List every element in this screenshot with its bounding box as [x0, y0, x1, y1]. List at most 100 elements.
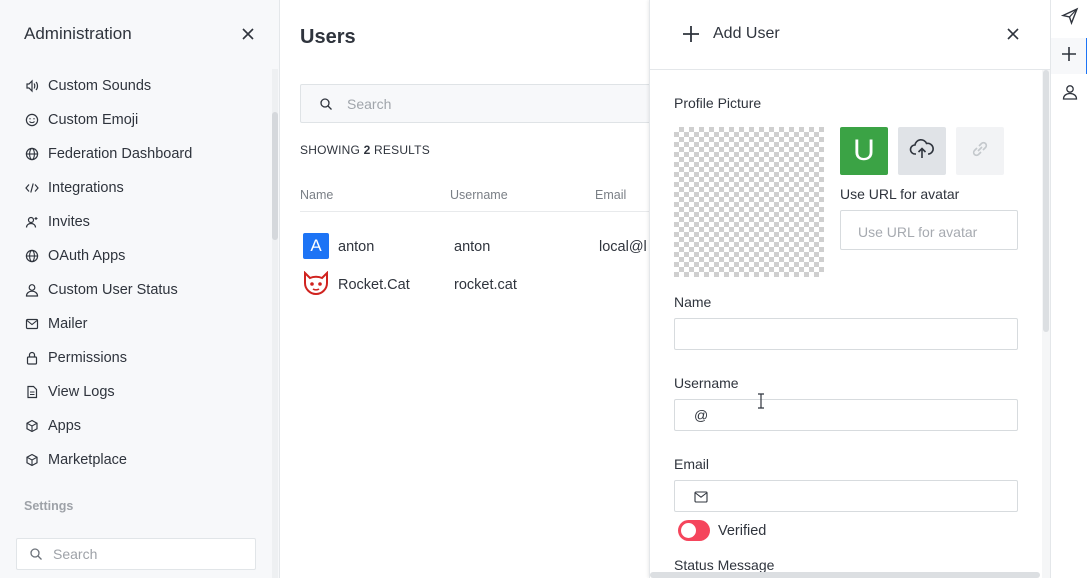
column-header-name[interactable]: Name	[300, 188, 333, 202]
profile-picture-label: Profile Picture	[674, 95, 762, 111]
sidebar-item-custom-sounds[interactable]: Custom Sounds	[0, 69, 272, 103]
username-label: Username	[674, 375, 739, 391]
mail-icon	[24, 316, 40, 332]
sidebar-item-custom-user-status[interactable]: Custom User Status	[0, 273, 272, 307]
at-sign: @	[694, 407, 709, 423]
sidebar-item-apps[interactable]: Apps	[0, 409, 272, 443]
upload-avatar-button[interactable]	[898, 127, 946, 175]
use-url-label: Use URL for avatar	[840, 186, 960, 202]
plus-icon	[1061, 46, 1077, 67]
search-icon	[29, 547, 43, 561]
default-avatar-button[interactable]: U	[840, 127, 888, 175]
sidebar-item-label: Custom Emoji	[48, 112, 139, 128]
users-search-placeholder: Search	[347, 95, 392, 112]
toggle-knob	[681, 523, 696, 538]
page-title: Users	[300, 26, 356, 48]
name-label: Name	[674, 294, 712, 310]
sidebar-item-view-logs[interactable]: View Logs	[0, 375, 272, 409]
right-toolbar	[1050, 0, 1087, 578]
sidebar-item-label: Custom User Status	[48, 282, 178, 298]
sidebar-item-label: Mailer	[48, 316, 88, 332]
add-user-button[interactable]	[1051, 38, 1087, 74]
username-field[interactable]: @	[674, 399, 1018, 431]
users-main: Users Search SHOWING 2 RESULTS Name User…	[280, 0, 650, 578]
avatar-preview	[674, 127, 824, 277]
column-header-username[interactable]: Username	[450, 188, 508, 202]
sidebar-item-label: Custom Sounds	[48, 78, 152, 94]
sidebar-scrollbar-thumb[interactable]	[272, 112, 278, 240]
sidebar-search-input[interactable]: Search	[16, 538, 256, 570]
user-email: local@l	[599, 239, 647, 255]
table-row[interactable]: Rocket.Cat rocket.cat	[300, 268, 650, 304]
sidebar-item-label: OAuth Apps	[48, 248, 126, 264]
table-header: Name Username Email	[300, 188, 650, 212]
results-prefix: SHOWING	[300, 143, 361, 157]
search-icon	[319, 97, 333, 111]
user-info-button[interactable]	[1051, 76, 1087, 112]
invite-icon	[24, 214, 40, 230]
text-cursor-icon	[755, 393, 767, 409]
globe-icon	[24, 248, 40, 264]
code-icon	[24, 180, 40, 196]
table-row[interactable]: A anton anton local@l	[300, 230, 650, 266]
sidebar-search-placeholder: Search	[53, 546, 98, 562]
plus-icon	[682, 25, 700, 43]
name-field[interactable]	[674, 318, 1018, 350]
email-label: Email	[674, 456, 710, 472]
avatar: A	[303, 233, 329, 259]
sidebar-item-custom-emoji[interactable]: Custom Emoji	[0, 103, 272, 137]
user-icon	[1062, 84, 1078, 105]
sidebar-item-label: Permissions	[48, 350, 127, 366]
sidebar-header: Administration	[24, 22, 256, 46]
cube-icon	[24, 418, 40, 434]
globe-icon	[24, 146, 40, 162]
close-icon[interactable]	[1005, 26, 1021, 42]
user-name: anton	[338, 239, 375, 255]
verified-toggle[interactable]	[678, 520, 710, 541]
user-username: anton	[454, 239, 491, 255]
panel-scrollbar-thumb[interactable]	[1043, 70, 1049, 332]
avatar-url-input[interactable]: Use URL for avatar	[840, 210, 1018, 250]
email-field[interactable]	[674, 480, 1018, 512]
emoji-icon	[24, 112, 40, 128]
users-search-input[interactable]: Search	[300, 84, 650, 123]
send-icon	[1060, 7, 1079, 30]
sidebar-item-label: View Logs	[48, 384, 115, 400]
sound-icon	[24, 78, 40, 94]
results-suffix: RESULTS	[374, 143, 430, 157]
user-username: rocket.cat	[454, 277, 517, 293]
sidebar-item-integrations[interactable]: Integrations	[0, 171, 272, 205]
sidebar-item-invites[interactable]: Invites	[0, 205, 272, 239]
rocket-cat-avatar	[302, 270, 330, 297]
sidebar-item-label: Federation Dashboard	[48, 146, 193, 162]
send-button[interactable]	[1051, 0, 1087, 36]
sidebar-item-mailer[interactable]: Mailer	[0, 307, 272, 341]
lock-icon	[24, 350, 40, 366]
user-icon	[24, 282, 40, 298]
column-header-email[interactable]: Email	[595, 188, 626, 202]
panel-horizontal-scrollbar[interactable]	[650, 572, 1040, 578]
avatar-url-button[interactable]	[956, 127, 1004, 175]
sidebar-item-label: Apps	[48, 418, 82, 434]
panel-title: Add User	[713, 25, 780, 42]
link-icon	[969, 138, 991, 165]
sidebar-item-permissions[interactable]: Permissions	[0, 341, 272, 375]
sidebar-item-marketplace[interactable]: Marketplace	[0, 443, 272, 477]
status-message-label: Status Message	[674, 557, 775, 573]
user-name: Rocket.Cat	[338, 277, 410, 293]
admin-sidebar: Administration Custom Sounds Custom Emoj…	[0, 0, 280, 578]
sidebar-item-label: Invites	[48, 214, 90, 230]
file-icon	[24, 384, 40, 400]
results-number: 2	[363, 143, 371, 157]
panel-header: Add User	[650, 0, 1050, 70]
mail-icon	[694, 490, 708, 503]
sidebar-item-federation-dashboard[interactable]: Federation Dashboard	[0, 137, 272, 171]
sidebar-item-label: Integrations	[48, 180, 124, 196]
close-icon[interactable]	[240, 26, 256, 42]
sidebar-title: Administration	[24, 24, 132, 43]
results-count: SHOWING 2 RESULTS	[300, 143, 430, 157]
sidebar-item-oauth-apps[interactable]: OAuth Apps	[0, 239, 272, 273]
cube-icon	[24, 452, 40, 468]
settings-section-label: Settings	[24, 499, 74, 513]
sidebar-item-label: Marketplace	[48, 452, 127, 468]
